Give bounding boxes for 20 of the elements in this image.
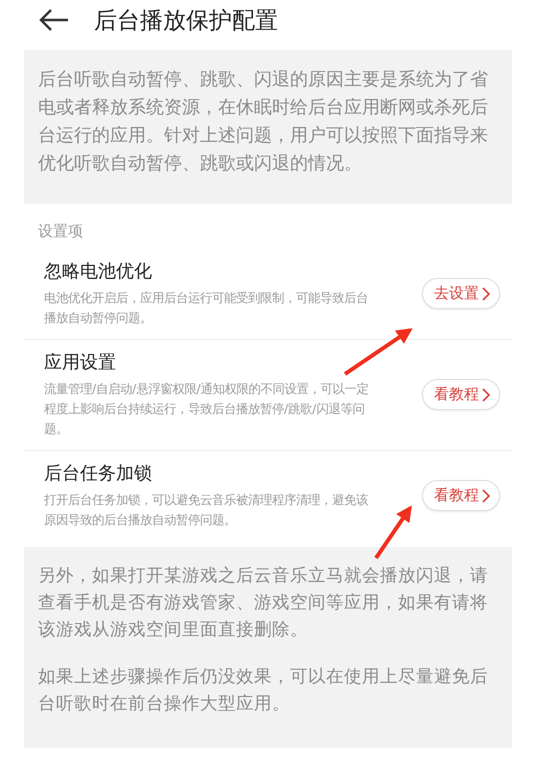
setting-title: 后台任务加锁 xyxy=(44,462,153,485)
setting-description: 流量管理/自启动/悬浮窗权限/通知权限的不同设置，可以一定程度上影响后台持续运行，导致后台播放暂停/跳歌/闪退等问题。 xyxy=(44,380,370,438)
note-paragraph: 另外，如果打开某游戏之后云音乐立马就会播放闪退，请查看手机是否有游戏管家、游戏空间等应用，如果有请将该游戏从游戏空间里面直接删除。 xyxy=(38,565,489,642)
setting-title: 应用设置 xyxy=(44,351,117,374)
section-label: 设置项 xyxy=(37,221,84,242)
note-paragraph: 如果上述步骤操作后仍没效果，可以在使用上尽量避免后台听歌时在前台操作大型应用。 xyxy=(38,666,489,716)
intro-text: 后台听歌自动暂停、跳歌、闪退的原因主要是系统为了省电或者释放系统资源，在休眠时给后台应用断网或杀死后台运行的应用。针对上述问题，用户可以按照下面指导来优化听歌自动暂停、跳歌或闪退的情况。 xyxy=(38,68,489,176)
back-arrow-icon[interactable] xyxy=(38,8,70,32)
setting-action-button[interactable]: 看教程 xyxy=(422,480,500,511)
setting-description: 电池优化开启后，应用后台运行可能受到限制，可能导致后台播放自动暂停问题。 xyxy=(44,289,369,327)
arrow-annotation xyxy=(344,328,413,376)
arrow-annotation xyxy=(374,505,412,560)
chevron-right-icon xyxy=(482,388,491,402)
setting-action-button[interactable]: 看教程 xyxy=(422,379,500,410)
page-title: 后台播放保护配置 xyxy=(94,6,278,36)
setting-action-button[interactable]: 去设置 xyxy=(422,278,500,309)
chevron-right-icon xyxy=(482,286,491,300)
setting-title: 忽略电池优化 xyxy=(44,260,153,283)
chevron-right-icon xyxy=(482,488,491,502)
setting-description: 打开后台任务加锁，可以避免云音乐被清理程序清理，避免该原因导致的后台播放自动暂停问题。 xyxy=(44,491,369,529)
